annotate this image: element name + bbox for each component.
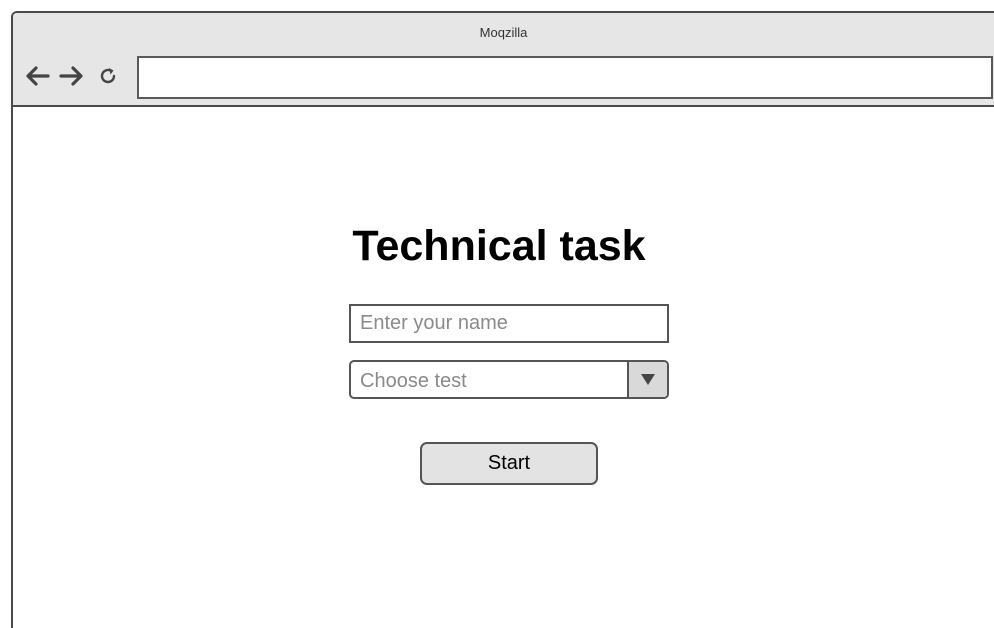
page-title: Technical task [352, 222, 646, 270]
browser-toolbar: Moqzilla [13, 13, 994, 107]
forward-button[interactable] [58, 64, 86, 88]
arrow-right-icon [59, 66, 83, 86]
start-button[interactable]: Start [420, 442, 598, 485]
back-button[interactable] [23, 64, 51, 88]
browser-window: Moqzilla Technical task Choose test [11, 11, 994, 628]
test-select-dropdown-button[interactable] [627, 362, 667, 397]
address-bar[interactable] [137, 56, 993, 99]
arrow-left-icon [26, 66, 50, 86]
test-select[interactable]: Choose test [349, 360, 669, 399]
page-content: Technical task Choose test Start [13, 107, 994, 628]
test-select-value: Choose test [360, 370, 467, 392]
reload-button[interactable] [96, 64, 120, 88]
name-input[interactable] [349, 304, 669, 343]
window-title: Moqzilla [479, 25, 528, 40]
reload-icon [100, 68, 116, 84]
triangle-down-icon [641, 374, 655, 385]
